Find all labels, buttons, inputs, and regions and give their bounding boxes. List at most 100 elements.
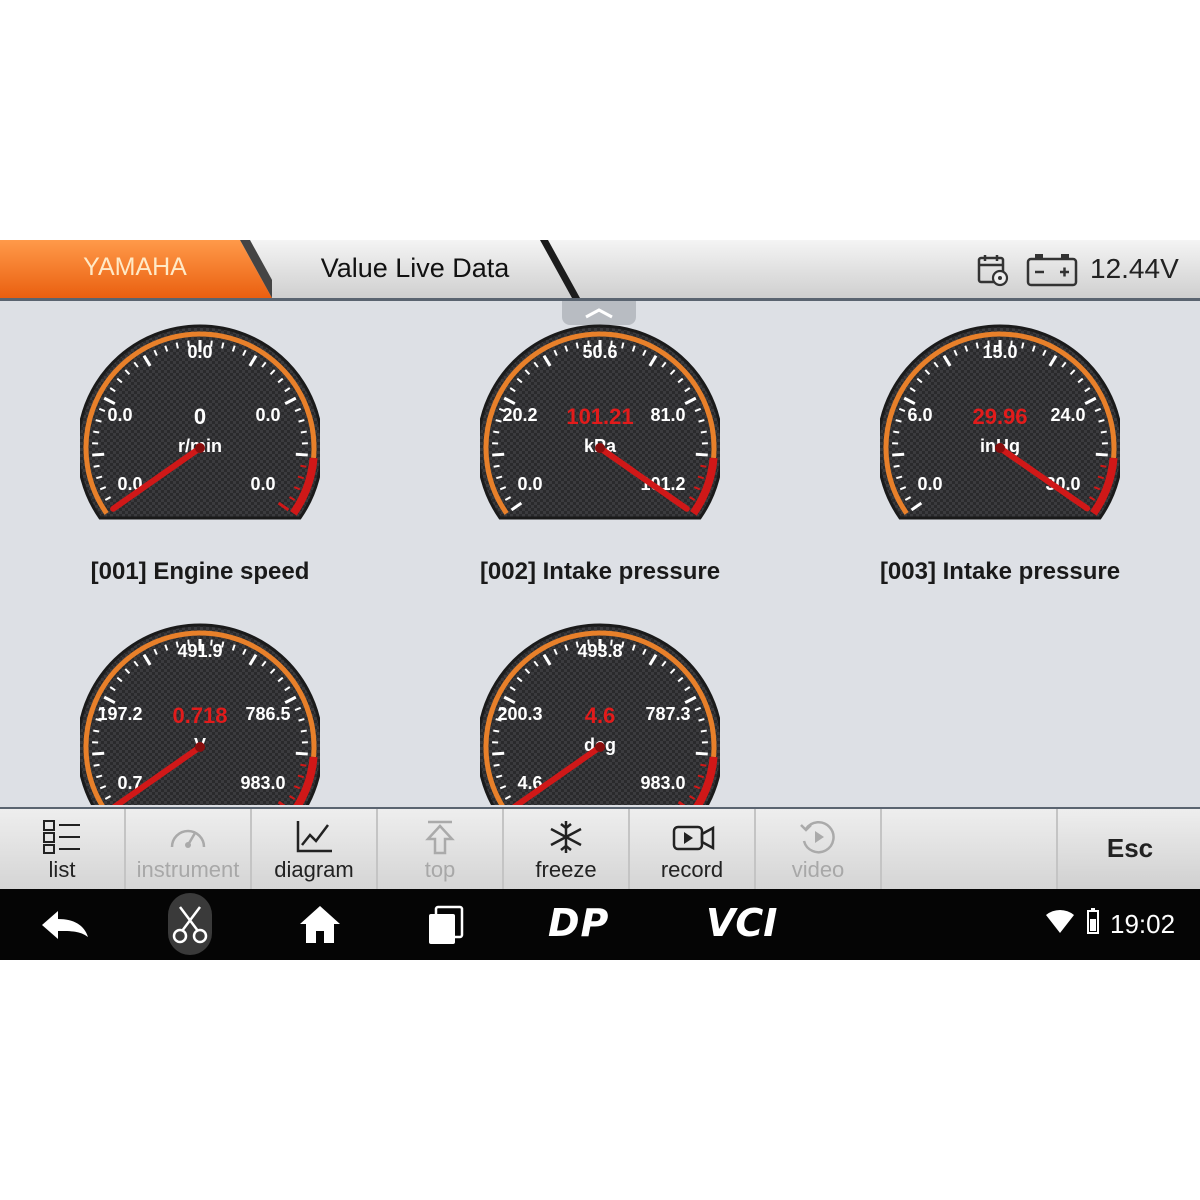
video-button[interactable]: video — [756, 809, 882, 889]
gauge-tick — [300, 464, 307, 468]
gauge-value: 0 — [194, 404, 206, 429]
gauge[interactable]: 4.6200.3493.8787.3983.04.6deg — [476, 615, 724, 805]
gauge-scale-label: 786.5 — [245, 704, 290, 724]
calendar-settings-icon[interactable] — [975, 252, 1011, 288]
gauge-tick — [221, 342, 225, 349]
gauge-scale-label: 493.8 — [577, 641, 622, 661]
line-chart-icon — [296, 821, 332, 853]
gauge-needle-hub — [995, 443, 1005, 453]
gauge-scale-label: 0.0 — [255, 405, 280, 425]
gauge-panel[interactable]: 0.00.00.00.00.00r/min[001] Engine speed0… — [0, 301, 1200, 805]
freeze-label: freeze — [535, 857, 597, 882]
gauge-scale-label: 24.0 — [1050, 405, 1085, 425]
gauge-tick — [93, 729, 100, 733]
snowflake-icon — [550, 821, 582, 853]
gauge-tick — [700, 464, 707, 468]
diagram-label: diagram — [274, 857, 354, 882]
gauge-scale-label: 81.0 — [650, 405, 685, 425]
arrow-up-icon — [425, 820, 455, 855]
gauge-label: [002] Intake pressure — [479, 558, 721, 585]
gauge-tick — [493, 464, 500, 468]
gauge-tick — [575, 342, 579, 349]
gauge-tick — [493, 763, 500, 767]
gauge-value: 0.718 — [172, 703, 227, 728]
gauge-needle-hub — [195, 443, 205, 453]
gauge-tick — [621, 342, 625, 349]
video-label: video — [791, 857, 845, 882]
gauge-tick — [893, 430, 900, 434]
top-label: top — [424, 857, 456, 882]
gauge-scale-label: 0.0 — [917, 474, 942, 494]
gauge-scale-label: 197.2 — [97, 704, 142, 724]
list-label: list — [48, 857, 76, 882]
battery-status-icon — [1087, 908, 1099, 934]
gauge-tick — [975, 342, 979, 349]
gauge[interactable]: 0.00.00.00.00.00r/min[001] Engine speed — [76, 316, 324, 585]
gauge-tick — [300, 430, 307, 434]
gauge-tick — [492, 751, 505, 756]
record-label: record — [660, 857, 724, 882]
list-button[interactable]: list — [0, 809, 126, 889]
gauge-label: [003] Intake pressure — [879, 558, 1121, 585]
gauge-tick — [295, 452, 308, 457]
gauge-tick — [700, 430, 707, 434]
gauge-scale-label: 787.3 — [645, 704, 690, 724]
dp-button[interactable]: DP — [548, 901, 609, 945]
gauge-tick — [700, 763, 707, 767]
gauge-scale-label: 200.3 — [497, 704, 542, 724]
page-title: Value Live Data — [320, 253, 510, 283]
esc-button[interactable]: Esc — [1056, 809, 1200, 889]
gauge[interactable]: 0.7197.2491.9786.5983.00.718V — [76, 615, 324, 805]
gauge-dial: 0.06.015.024.030.029.96inHg — [876, 324, 1124, 520]
gauge-tick — [1021, 342, 1025, 349]
header-bar: YAMAHA Value Live Data 12.44V — [0, 240, 1200, 301]
gauge-scale-label: 983.0 — [640, 773, 685, 793]
gauge[interactable]: 0.020.250.681.0101.2101.21kPa[002] Intak… — [476, 316, 724, 585]
gauge-dial: 4.6200.3493.8787.3983.04.6deg — [476, 623, 724, 805]
gauge-tick — [93, 464, 100, 468]
video-camera-icon — [672, 825, 715, 851]
record-button[interactable]: record — [630, 809, 756, 889]
instrument-button[interactable]: instrument — [126, 809, 252, 889]
gauge-value: 29.96 — [972, 404, 1027, 429]
gauge-tick — [93, 763, 100, 767]
gauge-tick — [1100, 430, 1107, 434]
brand-label[interactable]: YAMAHA — [40, 253, 230, 282]
gauge-scale-label: 0.0 — [187, 342, 212, 362]
gauge-value: 4.6 — [585, 703, 616, 728]
home-icon[interactable] — [296, 889, 344, 960]
gauge-scale-label: 0.0 — [517, 474, 542, 494]
gauge-dial: 0.00.00.00.00.00r/min — [76, 324, 324, 520]
top-button[interactable]: top — [378, 809, 504, 889]
list-icon — [43, 820, 80, 854]
system-nav-bar: DP VCI 19:02 — [0, 889, 1200, 960]
gauge[interactable]: 0.06.015.024.030.029.96inHg[003] Intake … — [876, 316, 1124, 585]
gauge-tick — [695, 751, 708, 756]
esc-label: Esc — [1106, 833, 1154, 863]
gauge-icon — [170, 829, 206, 848]
app-screen: YAMAHA Value Live Data 12.44V 0.0 0.0 0.… — [0, 240, 1200, 960]
recent-apps-icon[interactable] — [424, 889, 468, 960]
battery-voltage: 12.44V — [1090, 253, 1179, 284]
gauge-scale-label: 491.9 — [177, 641, 222, 661]
gauge-tick — [695, 452, 708, 457]
gauge-scale-label: 0.0 — [250, 474, 275, 494]
freeze-button[interactable]: freeze — [504, 809, 630, 889]
gauge-needle-hub — [595, 443, 605, 453]
gauge-tick — [300, 763, 307, 767]
gauge-tick — [492, 452, 505, 457]
scissors-icon[interactable] — [166, 889, 214, 960]
back-icon[interactable] — [38, 889, 92, 960]
gauge-scale-label: 983.0 — [240, 773, 285, 793]
gauge-tick — [893, 464, 900, 468]
gauge-tick — [493, 430, 500, 434]
gauge-tick — [92, 452, 105, 457]
vci-button[interactable]: VCI — [706, 901, 777, 945]
gauge-scale-label: 15.0 — [982, 342, 1017, 362]
diagram-button[interactable]: diagram — [252, 809, 378, 889]
gauge-scale-label: 50.6 — [582, 342, 617, 362]
battery-icon — [1026, 254, 1078, 287]
instrument-label: instrument — [136, 857, 240, 882]
gauge-tick — [700, 729, 707, 733]
gauge-needle-hub — [595, 742, 605, 752]
